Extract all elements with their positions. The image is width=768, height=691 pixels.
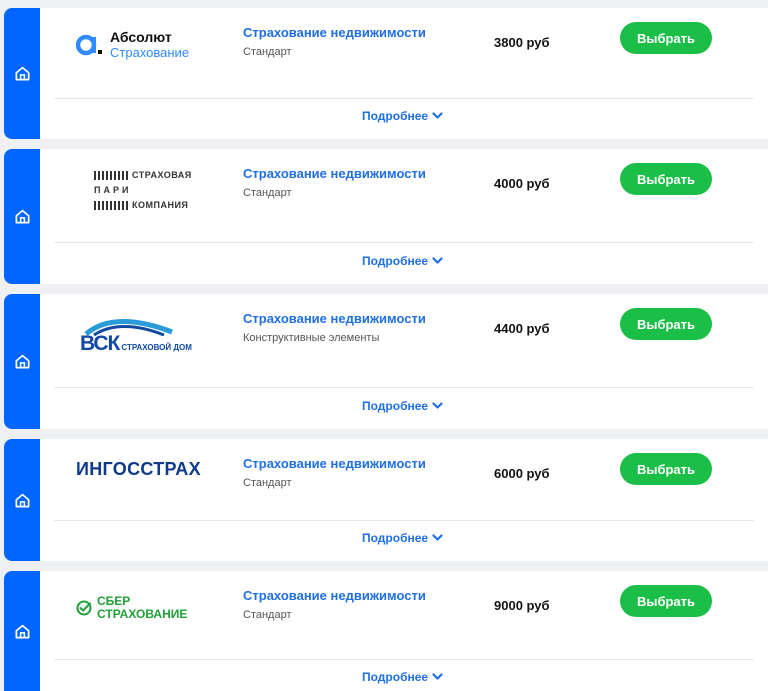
company-logo-ingosstrakh: ИНГОССТРАХ: [76, 457, 216, 481]
offer-title: Страхование недвижимости: [243, 25, 426, 40]
offer-card-absolut: Абсолют Страхование Страхование недвижим…: [4, 8, 768, 139]
more-details-link[interactable]: Подробнее: [362, 109, 443, 123]
card-divider: [54, 242, 754, 243]
chevron-down-icon: [432, 402, 443, 409]
company-logo-sber: СБЕР СТРАХОВАНИЕ: [76, 593, 216, 623]
pari-bars-graphic: [94, 170, 128, 180]
select-button[interactable]: Выбрать: [620, 22, 712, 54]
more-details-link[interactable]: Подробнее: [362, 254, 443, 268]
card-stripe: [4, 149, 40, 284]
offer-title: Страхование недвижимости: [243, 588, 426, 603]
pari-bars-graphic: [94, 200, 128, 210]
house-icon: [15, 624, 29, 638]
logo-text-line2: Страхование: [110, 45, 190, 60]
offer-plan: Стандарт: [243, 46, 292, 58]
more-details-label: Подробнее: [362, 109, 429, 123]
offer-price: 9000 руб: [494, 598, 550, 613]
select-button[interactable]: Выбрать: [620, 453, 712, 485]
chevron-down-icon: [432, 534, 443, 541]
offer-card-ingosstrakh: ИНГОССТРАХ Страхование недвижимости Стан…: [4, 439, 768, 561]
offer-card-pari: СТРАХОВАЯ ПАРИ КОМПАНИЯ Страхование недв…: [4, 149, 768, 284]
select-button[interactable]: Выбрать: [620, 308, 712, 340]
card-stripe: [4, 8, 40, 139]
offer-card-sber: СБЕР СТРАХОВАНИЕ Страхование недвижимост…: [4, 571, 768, 691]
more-details-link[interactable]: Подробнее: [362, 531, 443, 545]
company-logo-absolut: Абсолют Страхование: [75, 28, 216, 62]
logo-text-line1: СТРАХОВАЯ: [132, 169, 192, 180]
offer-price: 3800 руб: [494, 35, 550, 50]
more-details-link[interactable]: Подробнее: [362, 670, 443, 684]
company-logo-pari: СТРАХОВАЯ ПАРИ КОМПАНИЯ: [94, 169, 234, 210]
more-details-label: Подробнее: [362, 399, 429, 413]
more-details-link[interactable]: Подробнее: [362, 399, 443, 413]
offer-price: 4000 руб: [494, 176, 550, 191]
card-divider: [54, 659, 754, 660]
offer-plan: Стандарт: [243, 477, 292, 489]
card-divider: [54, 520, 754, 521]
logo-text-line1: ВСК: [80, 332, 120, 355]
card-stripe: [4, 294, 40, 429]
house-icon: [15, 66, 29, 81]
card-stripe: [4, 571, 40, 691]
card-divider: [54, 387, 754, 388]
offer-card-vsk: ВСК СТРАХОВОЙ ДОМ Страхование недвижимос…: [4, 294, 768, 429]
offer-title: Страхование недвижимости: [243, 456, 426, 471]
card-divider: [54, 98, 754, 99]
house-icon: [15, 354, 29, 369]
chevron-down-icon: [432, 257, 443, 264]
card-stripe: [4, 439, 40, 561]
logo-text-line2: СТРАХОВАНИЕ: [97, 607, 188, 621]
logo-text-line1: ИНГОССТРАХ: [76, 458, 201, 479]
offer-title: Страхование недвижимости: [243, 166, 426, 181]
logo-text-line2: ПАРИ: [94, 184, 132, 195]
select-button[interactable]: Выбрать: [620, 585, 712, 617]
house-icon: [15, 209, 29, 224]
company-logo-vsk: ВСК СТРАХОВОЙ ДОМ: [80, 314, 220, 356]
house-icon: [15, 493, 29, 507]
chevron-down-icon: [432, 112, 443, 119]
offer-price: 6000 руб: [494, 466, 550, 481]
more-details-label: Подробнее: [362, 531, 429, 545]
absolut-logo-mark: [75, 32, 102, 58]
more-details-label: Подробнее: [362, 670, 429, 684]
logo-text-line3: КОМПАНИЯ: [132, 199, 189, 210]
logo-text-line2: СТРАХОВОЙ ДОМ: [121, 343, 192, 352]
offer-plan: Стандарт: [243, 609, 292, 621]
sber-check-icon: [76, 600, 92, 616]
offer-title: Страхование недвижимости: [243, 311, 426, 326]
more-details-label: Подробнее: [362, 254, 429, 268]
offer-plan: Конструктивные элементы: [243, 332, 380, 344]
select-button[interactable]: Выбрать: [620, 163, 712, 195]
chevron-down-icon: [432, 673, 443, 680]
logo-text-line1: Абсолют: [110, 29, 172, 45]
offer-price: 4400 руб: [494, 321, 550, 336]
offer-plan: Стандарт: [243, 187, 292, 199]
